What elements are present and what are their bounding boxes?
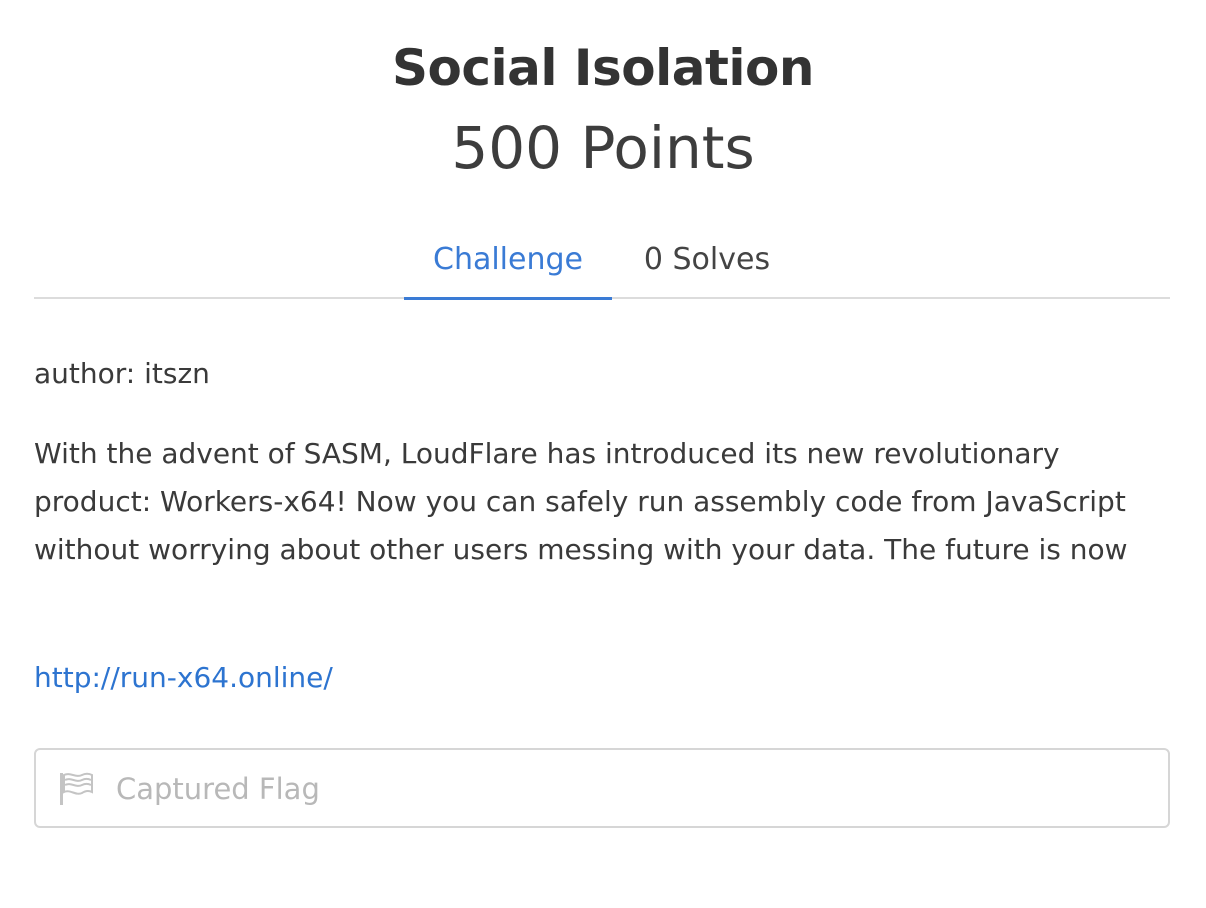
challenge-author: author: itszn: [34, 357, 210, 390]
challenge-link[interactable]: http://run-x64.online/: [34, 656, 333, 700]
tab-bar: Challenge 0 Solves: [34, 234, 1170, 300]
challenge-description: With the advent of SASM, LoudFlare has i…: [34, 437, 1128, 566]
challenge-modal: Social Isolation 500 Points Challenge 0 …: [0, 0, 1206, 908]
flag-field[interactable]: [34, 748, 1170, 828]
flag-icon: [58, 772, 94, 806]
challenge-points: 500 Points: [451, 114, 755, 182]
tab-solves[interactable]: 0 Solves: [612, 234, 802, 299]
flag-input[interactable]: [116, 760, 1156, 818]
tab-challenge[interactable]: Challenge: [404, 234, 612, 300]
challenge-title: Social Isolation: [391, 39, 815, 97]
